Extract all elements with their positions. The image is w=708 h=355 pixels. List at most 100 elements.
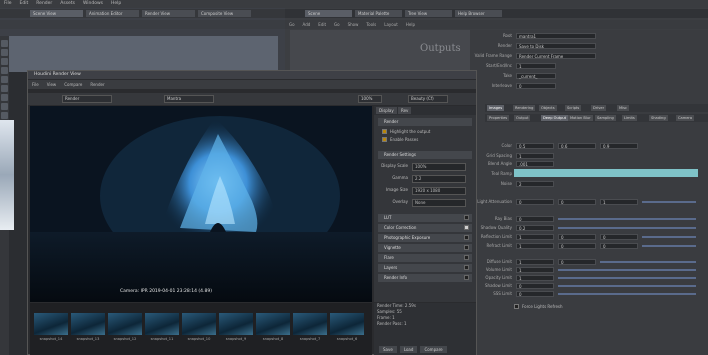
param-value[interactable]: .001 xyxy=(516,161,554,167)
param-subtab-6[interactable]: Shading xyxy=(649,115,668,121)
param-tab-1[interactable]: Rendering xyxy=(513,105,536,111)
left-tab-3[interactable]: Composite View xyxy=(198,10,251,17)
setting-value[interactable]: 1920 x 1080 xyxy=(412,187,466,195)
param-slider[interactable] xyxy=(642,236,696,238)
right-toolbar-item-1[interactable]: Add xyxy=(299,20,315,29)
param-subtab-0[interactable]: Properties xyxy=(487,115,510,121)
display-option-checkbox[interactable] xyxy=(382,129,387,134)
side-tab-0[interactable]: Display xyxy=(376,107,397,114)
param-value[interactable]: 0 xyxy=(558,199,596,205)
renderer-dropdown[interactable]: Render xyxy=(62,95,112,103)
tool-icon[interactable] xyxy=(1,94,8,101)
snapshot-thumbnail[interactable]: snapshot_6 xyxy=(330,313,364,341)
rop-dropdown[interactable]: Mantra xyxy=(164,95,214,103)
snapshot-thumbnail[interactable]: snapshot_11 xyxy=(145,313,179,341)
param-subtab-7[interactable]: Camera xyxy=(676,115,695,121)
param-value[interactable]: 1 xyxy=(516,267,554,273)
param-value[interactable]: 0.2 xyxy=(516,225,554,231)
param-tab-3[interactable]: Scripts xyxy=(565,105,582,111)
param-value[interactable]: 0 xyxy=(516,216,554,222)
snapshot-thumbnail[interactable]: snapshot_8 xyxy=(256,313,290,341)
param-value[interactable]: 1 xyxy=(516,259,554,265)
param-value[interactable]: 0.9 xyxy=(600,143,638,149)
param-subtab-3[interactable]: Motion Blur xyxy=(568,115,593,121)
param-field[interactable]: mantra1 xyxy=(516,33,596,39)
param-value[interactable]: 0.6 xyxy=(558,143,596,149)
param-value[interactable]: 0 xyxy=(558,234,596,240)
bottom-button-0[interactable]: Save xyxy=(379,346,397,353)
param-subtab-2[interactable]: Deep Output xyxy=(541,115,569,121)
teal-ramp-slider[interactable] xyxy=(514,169,698,177)
setting-value[interactable]: 2.2 xyxy=(412,175,466,183)
param-field[interactable]: 1 xyxy=(516,63,556,69)
render-menu-item-1[interactable]: View xyxy=(43,80,61,89)
bottom-button-1[interactable]: Load xyxy=(399,346,418,353)
setting-value[interactable]: 100% xyxy=(412,163,466,171)
section-toggle[interactable] xyxy=(464,275,469,280)
param-slider[interactable] xyxy=(558,277,696,279)
param-value[interactable]: 0 xyxy=(516,283,554,289)
force-lights-checkbox[interactable] xyxy=(514,304,519,309)
param-value[interactable]: 1 xyxy=(516,243,554,249)
right-toolbar-item-2[interactable]: Edit xyxy=(314,20,330,29)
tool-icon[interactable] xyxy=(1,112,8,119)
section-toggle[interactable] xyxy=(464,225,469,230)
tool-icon[interactable] xyxy=(1,85,8,92)
section-8[interactable]: Render Info xyxy=(378,274,472,282)
section-render[interactable]: Render xyxy=(378,118,472,126)
section-3[interactable]: Color Correction xyxy=(378,224,472,232)
param-slider[interactable] xyxy=(642,201,696,203)
render-menu-item-2[interactable]: Compare xyxy=(60,80,86,89)
left-tab-0[interactable]: Scene View xyxy=(30,10,83,17)
left-tab-2[interactable]: Render View xyxy=(142,10,195,17)
param-value[interactable]: 0 xyxy=(558,243,596,249)
section-6[interactable]: Flare xyxy=(378,254,472,262)
param-subtab-5[interactable]: Limits xyxy=(622,115,637,121)
right-toolbar-item-6[interactable]: Layout xyxy=(380,20,402,29)
param-slider[interactable] xyxy=(558,293,696,295)
param-slider[interactable] xyxy=(642,245,696,247)
param-tab-5[interactable]: Misc xyxy=(617,105,629,111)
right-tab-2[interactable]: Tree View xyxy=(405,10,452,17)
right-toolbar-item-7[interactable]: Help xyxy=(402,20,419,29)
section-4[interactable]: Photographic Exposure xyxy=(378,234,472,242)
scene-viewport[interactable] xyxy=(8,36,278,72)
param-value[interactable]: 1 xyxy=(516,234,554,240)
snapshot-thumbnail[interactable]: snapshot_13 xyxy=(71,313,105,341)
tool-icon[interactable] xyxy=(1,67,8,74)
snapshot-thumbnail[interactable]: snapshot_9 xyxy=(219,313,253,341)
menu-item-1[interactable]: Edit xyxy=(16,0,33,7)
render-menu-item-3[interactable]: Render xyxy=(86,80,108,89)
right-toolbar-item-3[interactable]: Go xyxy=(330,20,344,29)
param-field[interactable]: _current_ xyxy=(516,73,556,79)
tool-icon[interactable] xyxy=(1,103,8,110)
param-slider[interactable] xyxy=(558,227,696,229)
tool-icon[interactable] xyxy=(1,58,8,65)
param-subtab-4[interactable]: Sampling xyxy=(595,115,616,121)
param-slider[interactable] xyxy=(600,261,696,263)
section-toggle[interactable] xyxy=(464,255,469,260)
zoom-dropdown[interactable]: 100% xyxy=(358,95,382,103)
right-tab-0[interactable]: Scene xyxy=(305,10,352,17)
menu-item-4[interactable]: Windows xyxy=(79,0,107,7)
param-field[interactable]: Render Current Frame xyxy=(516,53,596,59)
render-viewport[interactable] xyxy=(30,106,372,302)
display-option-checkbox[interactable] xyxy=(382,137,387,142)
tool-icon[interactable] xyxy=(1,49,8,56)
param-value[interactable]: 1 xyxy=(516,153,554,159)
menu-item-0[interactable]: File xyxy=(0,0,16,7)
bottom-button-2[interactable]: Compare xyxy=(420,346,447,353)
aov-dropdown[interactable]: Beauty (Cf) xyxy=(408,95,448,103)
param-value[interactable]: 1 xyxy=(516,275,554,281)
tool-icon[interactable] xyxy=(1,76,8,83)
param-subtab-1[interactable]: Output xyxy=(514,115,531,121)
left-tab-1[interactable]: Animation Editor xyxy=(86,10,139,17)
section-7[interactable]: Layers xyxy=(378,264,472,272)
snapshot-thumbnail[interactable]: snapshot_12 xyxy=(108,313,142,341)
tool-icon[interactable] xyxy=(1,40,8,47)
param-value[interactable]: 0 xyxy=(600,243,638,249)
param-value[interactable]: 1 xyxy=(600,199,638,205)
right-toolbar-item-5[interactable]: Tools xyxy=(362,20,380,29)
right-tab-3[interactable]: Help Browser xyxy=(455,10,502,17)
render-menu-item-0[interactable]: File xyxy=(28,80,43,89)
